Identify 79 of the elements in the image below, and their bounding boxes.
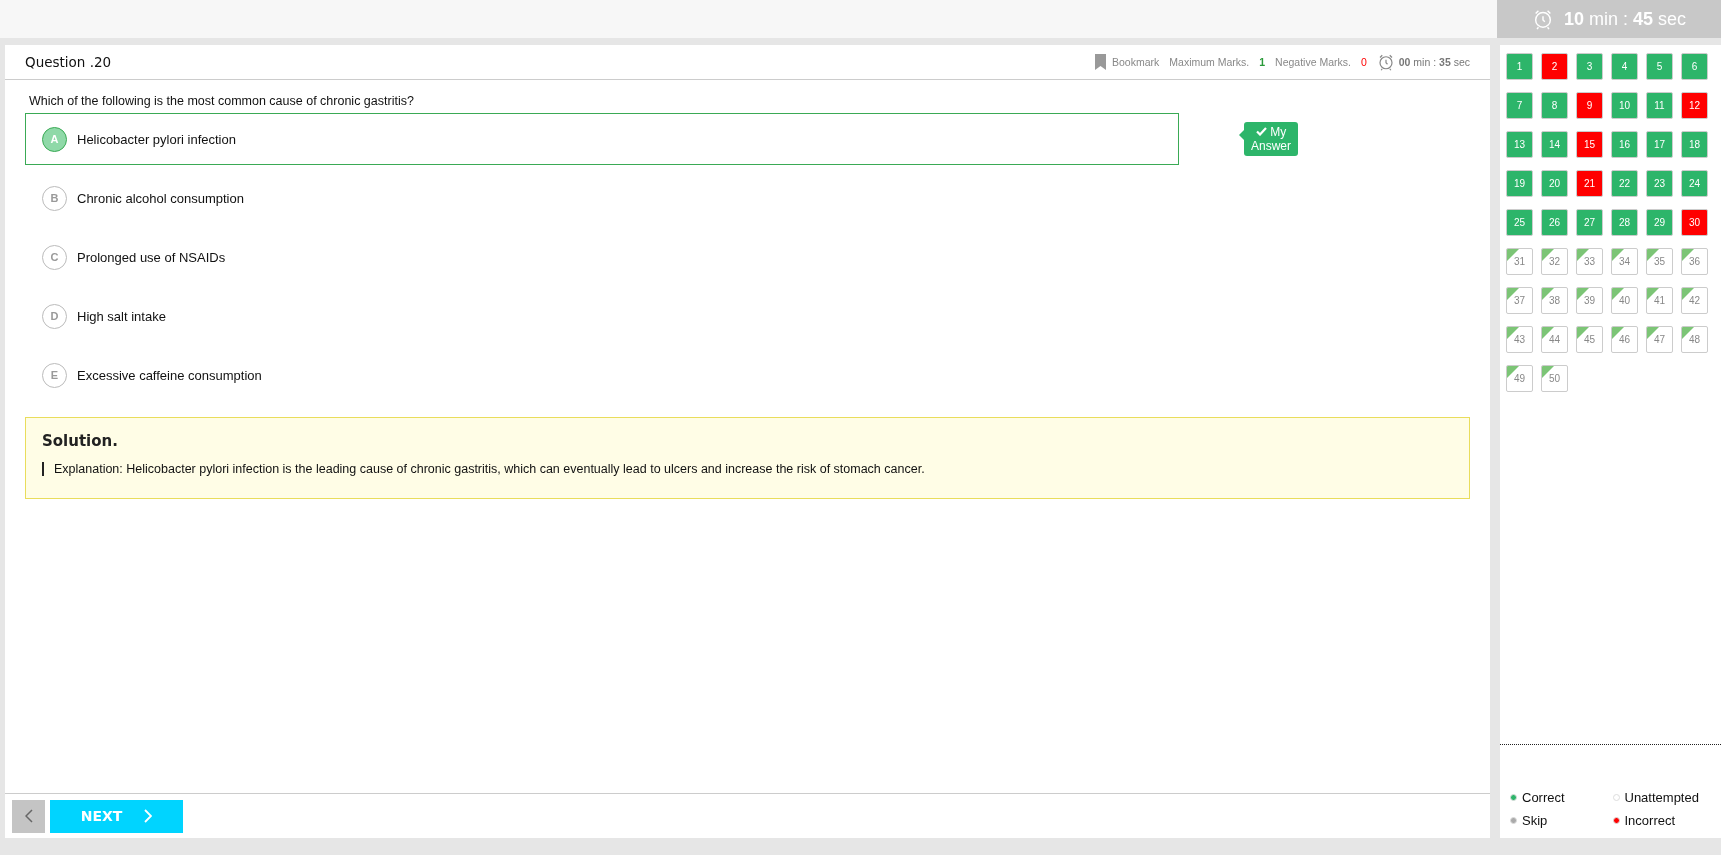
question-number-button[interactable]: 32 — [1541, 248, 1568, 275]
question-number-button[interactable]: 16 — [1611, 131, 1638, 158]
question-number-button[interactable]: 17 — [1646, 131, 1673, 158]
question-number-button[interactable]: 36 — [1681, 248, 1708, 275]
question-number-button[interactable]: 6 — [1681, 53, 1708, 80]
question-number-button[interactable]: 4 — [1611, 53, 1638, 80]
question-number-button[interactable]: 35 — [1646, 248, 1673, 275]
question-number-button[interactable]: 27 — [1576, 209, 1603, 236]
question-number-button[interactable]: 15 — [1576, 131, 1603, 158]
previous-button[interactable] — [12, 799, 45, 833]
option-text: Prolonged use of NSAIDs — [77, 249, 226, 265]
question-number-button[interactable]: 34 — [1611, 248, 1638, 275]
question-number-button[interactable]: 10 — [1611, 92, 1638, 119]
question-number-button[interactable]: 9 — [1576, 92, 1603, 119]
legend-label: Correct — [1522, 790, 1565, 805]
question-number-button[interactable]: 40 — [1611, 287, 1638, 314]
question-number-button[interactable]: 43 — [1506, 326, 1533, 353]
question-number-button[interactable]: 50 — [1541, 365, 1568, 392]
alarm-clock-icon — [1376, 53, 1395, 71]
question-number-button[interactable]: 1 — [1506, 53, 1533, 80]
legend-label: Unattempted — [1624, 790, 1699, 805]
question-number-button[interactable]: 44 — [1541, 326, 1568, 353]
question-number-button[interactable]: 19 — [1506, 170, 1533, 197]
question-text: Which of the following is the most common cause of chronic gastritis? — [29, 94, 415, 108]
legend-label: Skip — [1522, 813, 1548, 828]
question-number-button[interactable]: 7 — [1506, 92, 1533, 119]
question-number-button[interactable]: 23 — [1646, 170, 1673, 197]
question-number-button[interactable]: 38 — [1541, 287, 1568, 314]
tag-pointer — [1239, 130, 1244, 140]
question-number-button[interactable]: 45 — [1576, 326, 1603, 353]
question-number-button[interactable]: 39 — [1576, 287, 1603, 314]
chevron-right-icon — [144, 809, 153, 823]
question-timer: 00 min : 35 sec — [1398, 56, 1470, 68]
option-text: Excessive caffeine consumption — [77, 367, 262, 383]
question-number-button[interactable]: 25 — [1506, 209, 1533, 236]
question-number-button[interactable]: 49 — [1506, 365, 1533, 392]
answer-option[interactable]: A Helicobacter pylori infection — [25, 113, 1179, 165]
question-number-button[interactable]: 30 — [1681, 209, 1708, 236]
chevron-left-icon — [24, 809, 33, 823]
question-number-button[interactable]: 37 — [1506, 287, 1533, 314]
max-marks-value: 1 — [1259, 56, 1266, 68]
negative-marks-label: Negative Marks. — [1275, 56, 1351, 68]
question-number-button[interactable]: 11 — [1646, 92, 1673, 119]
question-number-button[interactable]: 26 — [1541, 209, 1568, 236]
question-number-button[interactable]: 5 — [1646, 53, 1673, 80]
legend-label: Incorrect — [1624, 813, 1676, 828]
question-number-button[interactable]: 14 — [1541, 131, 1568, 158]
question-number-button[interactable]: 31 — [1506, 248, 1533, 275]
option-text: Chronic alcohol consumption — [77, 190, 244, 206]
question-number-button[interactable]: 24 — [1681, 170, 1708, 197]
question-number-button[interactable]: 46 — [1611, 326, 1638, 353]
solution-title: Solution. — [42, 432, 119, 450]
question-number-button[interactable]: 42 — [1681, 287, 1708, 314]
question-number-button[interactable]: 8 — [1541, 92, 1568, 119]
max-marks-label: Maximum Marks. — [1169, 56, 1250, 68]
question-number-button[interactable]: 41 — [1646, 287, 1673, 314]
question-number-button[interactable]: 13 — [1506, 131, 1533, 158]
question-number-button[interactable]: 33 — [1576, 248, 1603, 275]
option-text: Helicobacter pylori infection — [77, 131, 236, 147]
question-title: Question .20 — [25, 54, 113, 70]
question-number-button[interactable]: 20 — [1541, 170, 1568, 197]
option-text: High salt intake — [77, 308, 166, 324]
question-number-button[interactable]: 2 — [1541, 53, 1568, 80]
question-number-button[interactable]: 12 — [1681, 92, 1708, 119]
my-answer-tag: My Answer — [1244, 122, 1298, 156]
bookmark-icon — [1095, 54, 1107, 70]
question-number-button[interactable]: 28 — [1611, 209, 1638, 236]
option-letter: A — [42, 126, 67, 152]
question-number-button[interactable]: 3 — [1576, 53, 1603, 80]
negative-marks-value: 0 — [1360, 56, 1367, 68]
bookmark-button[interactable]: Bookmark — [1095, 54, 1160, 70]
solution-text: Explanation: Helicobacter pylori infection is the leading cause of chronic gastritis, which can eventually lead to ulcers and increase the risk of stomach cancer. — [42, 462, 1453, 476]
question-number-button[interactable]: 21 — [1576, 170, 1603, 197]
checkmark-icon — [1255, 127, 1267, 136]
question-number-button[interactable]: 22 — [1611, 170, 1638, 197]
question-number-button[interactable]: 29 — [1646, 209, 1673, 236]
question-number-button[interactable]: 18 — [1681, 131, 1708, 158]
question-number-button[interactable]: 48 — [1681, 326, 1708, 353]
question-number-button[interactable]: 47 — [1646, 326, 1673, 353]
